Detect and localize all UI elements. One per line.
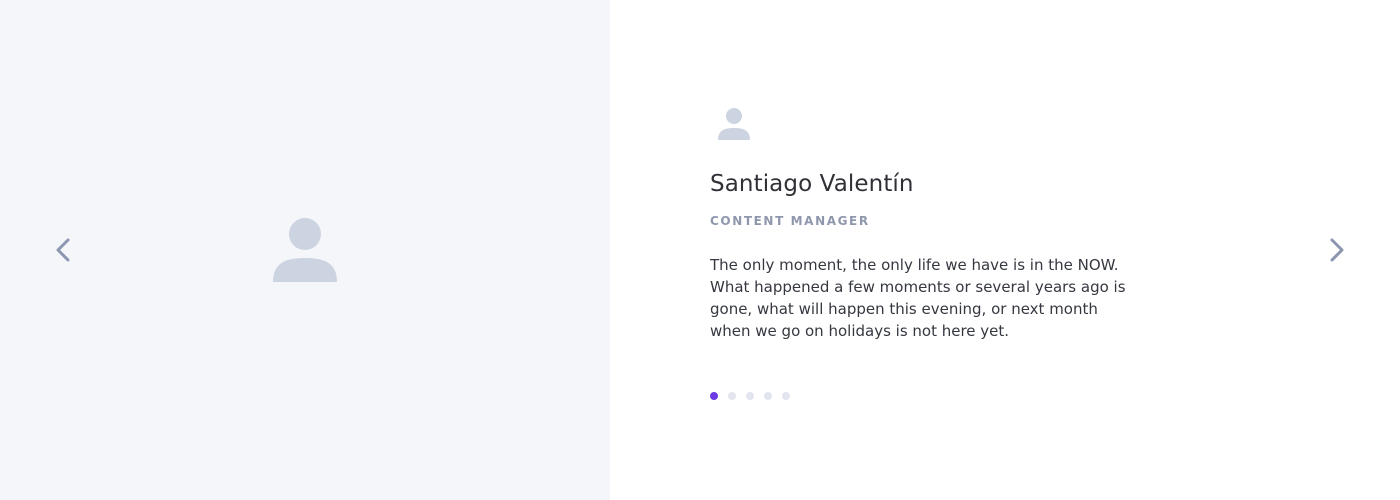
pagination-dot[interactable] — [728, 392, 736, 400]
testimonial-quote: The only moment, the only life we have i… — [710, 256, 1126, 340]
pagination-dot[interactable] — [764, 392, 772, 400]
chevron-left-icon[interactable] — [50, 236, 78, 264]
chevron-right-icon[interactable] — [1322, 236, 1350, 264]
image-pane — [0, 0, 610, 500]
pagination-dot[interactable] — [710, 392, 718, 400]
pagination-dots — [710, 392, 790, 400]
testimonial-role: CONTENT MANAGER — [710, 214, 870, 228]
testimonial-content: Santiago Valentín CONTENT MANAGER The on… — [610, 0, 1400, 500]
user-placeholder-icon — [273, 218, 337, 282]
testimonial-name: Santiago Valentín — [710, 171, 914, 197]
testimonial-slider: Santiago Valentín CONTENT MANAGER The on… — [0, 0, 1400, 500]
pagination-dot[interactable] — [782, 392, 790, 400]
pagination-dot[interactable] — [746, 392, 754, 400]
avatar-icon — [718, 108, 750, 140]
